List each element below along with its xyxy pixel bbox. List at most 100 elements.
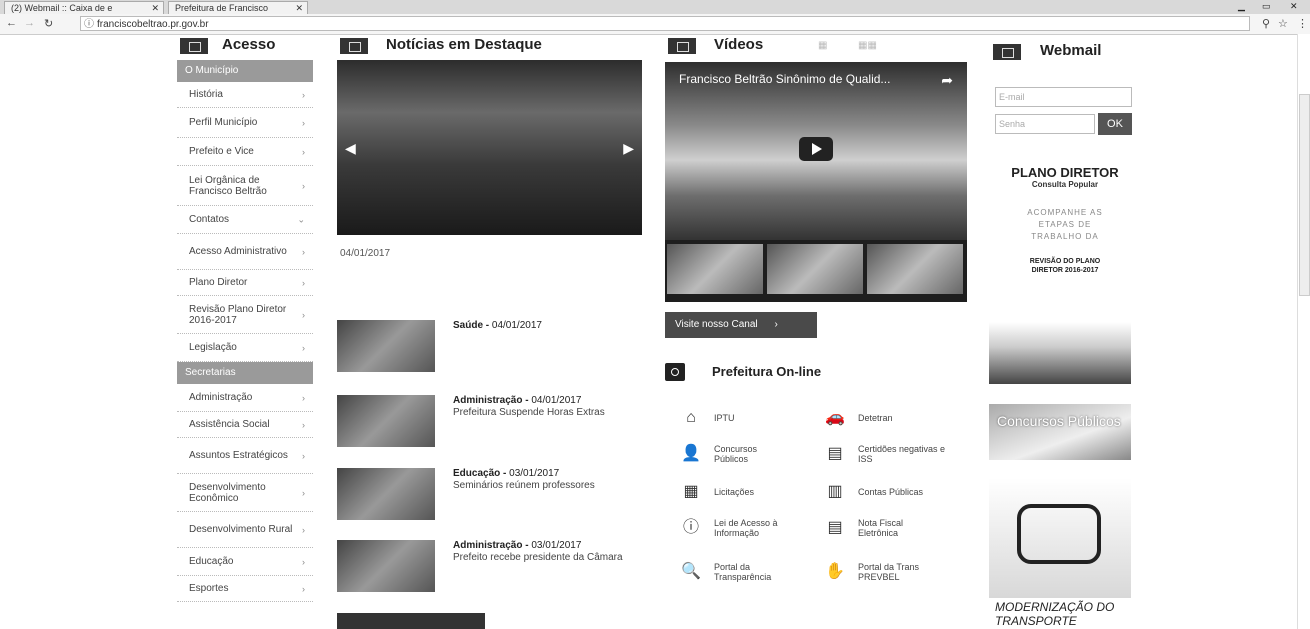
bookmark-star-icon[interactable]: ☆ (1278, 17, 1288, 30)
scrollbar-thumb[interactable] (1299, 94, 1310, 296)
visit-channel-label: Visite nosso Canal (675, 319, 758, 330)
news-text[interactable]: Prefeitura Suspende Horas Extras (453, 407, 643, 418)
menu-item[interactable]: Assuntos Estratégicos › (177, 438, 313, 474)
service-label: Lei de Acesso à Informação (714, 518, 778, 538)
video-frame[interactable]: Francisco Beltrão Sinônimo de Qualid... … (665, 62, 967, 240)
service-iptu[interactable]: ⌂ IPTU (680, 408, 734, 428)
menu-item[interactable]: Assistência Social › (177, 412, 313, 438)
tab-label: Prefeitura de Francisco (175, 3, 269, 13)
news-text[interactable]: Seminários reúnem professores (453, 480, 643, 491)
webmail-icon (993, 44, 1021, 60)
plano-subtitle: Consulta Popular (1031, 180, 1099, 189)
menu-item[interactable]: Legislação › (177, 334, 313, 362)
city-banner[interactable] (989, 322, 1131, 384)
service-concursos[interactable]: 👤 Concursos Públicos (680, 444, 800, 464)
video-thumbnail[interactable] (667, 244, 763, 294)
video-player[interactable]: Francisco Beltrão Sinônimo de Qualid... … (665, 62, 967, 302)
menu-item[interactable]: História › (177, 82, 313, 108)
service-certidoes[interactable]: ▤ Certidões negativas e ISS (824, 444, 954, 464)
visit-channel-button[interactable]: Visite nosso Canal › (665, 312, 817, 338)
service-contas[interactable]: ▥ Contas Públicas (824, 482, 923, 502)
play-icon[interactable] (799, 137, 833, 161)
maximize-icon[interactable]: ▭ (1262, 0, 1271, 13)
service-prevbel[interactable]: ✋ Portal da Trans PREVBEL (824, 562, 954, 582)
menu-item[interactable]: Prefeito e Vice › (177, 138, 313, 166)
menu-item[interactable]: Esportes › (177, 576, 313, 602)
slider-next-icon[interactable]: ▶ (623, 140, 634, 157)
extension-icon[interactable]: ⚲ (1262, 17, 1270, 30)
browser-tab-prefeitura[interactable]: Prefeitura de Francisco ✕ (168, 1, 308, 14)
menu-item[interactable]: Perfil Município › (177, 108, 313, 138)
menu-item[interactable]: Desenvolvimento Rural › (177, 512, 313, 548)
menu-item[interactable]: Educação › (177, 548, 313, 576)
scrollbar[interactable] (1297, 34, 1310, 629)
menu-dots-icon[interactable]: ⋮ (1297, 17, 1308, 30)
service-nota-fiscal[interactable]: ▤ Nota Fiscal Eletrônica (824, 518, 954, 538)
menu-item-label: Perfil Município (189, 117, 258, 128)
news-icon (340, 38, 368, 54)
service-label: Concursos Públicos (714, 444, 758, 464)
news-category-name: Educação (453, 468, 501, 479)
plano-diretor-banner[interactable]: PLANO DIRETOR Consulta Popular ACOMPANHE… (995, 165, 1135, 275)
concursos-banner[interactable]: Concursos Públicos (989, 404, 1131, 460)
news-slider-image[interactable]: ◀ ▶ (337, 60, 642, 235)
transport-banner[interactable] (989, 478, 1131, 598)
ok-button[interactable]: OK (1098, 113, 1132, 135)
news-category: Saúde - 04/01/2017 (453, 320, 542, 331)
email-field[interactable]: E-mail (995, 87, 1132, 107)
more-news-button[interactable] (337, 613, 485, 629)
news-thumbnail[interactable] (337, 468, 435, 520)
password-field[interactable]: Senha (995, 114, 1095, 134)
online-title: Prefeitura On-line (712, 364, 822, 379)
menu-item-label: Contatos (189, 214, 230, 225)
news-thumbnail[interactable] (337, 540, 435, 592)
menu-item[interactable]: Acesso Administrativo › (177, 234, 313, 270)
plano-title: PLANO DIRETOR (1011, 165, 1119, 180)
menu-item[interactable]: Plano Diretor › (177, 270, 313, 296)
forward-icon[interactable]: → (24, 17, 35, 29)
news-thumbnail[interactable] (337, 320, 435, 372)
slider-prev-icon[interactable]: ◀ (345, 140, 356, 157)
minimize-icon[interactable]: ▁ (1238, 0, 1245, 13)
info-icon[interactable]: ⓘ (84, 17, 94, 32)
close-tab-icon[interactable]: ✕ (151, 2, 159, 14)
address-bar: ← → ↻ ⓘ franciscobeltrao.pr.gov.br ⚲ ☆ ⋮ (0, 14, 1310, 35)
back-icon[interactable]: ← (6, 17, 17, 29)
service-label: Portal da Transparência (714, 562, 772, 582)
video-thumbnail[interactable] (767, 244, 863, 294)
news-thumbnail[interactable] (337, 395, 435, 447)
close-tab-icon[interactable]: ✕ (295, 2, 303, 14)
menu-item[interactable]: Revisão Plano Diretor 2016-2017 › (177, 296, 313, 334)
menu-item[interactable]: Desenvolvimento Econômico › (177, 474, 313, 512)
reload-icon[interactable]: ↻ (44, 17, 53, 30)
chevron-right-icon: › (302, 309, 305, 320)
news-date: 04/01/2017 (531, 395, 582, 406)
url-field[interactable]: ⓘ franciscobeltrao.pr.gov.br (80, 16, 1250, 31)
menu-item[interactable]: Administração › (177, 384, 313, 412)
chevron-right-icon: › (302, 146, 305, 157)
menu-group-secretarias[interactable]: Secretarias (177, 362, 313, 384)
browser-tab-webmail[interactable]: (2) Webmail :: Caixa de e ✕ (4, 1, 164, 14)
service-detetran[interactable]: 🚗 Detetran (824, 408, 893, 428)
close-window-icon[interactable]: ✕ (1290, 0, 1298, 13)
video-title[interactable]: Francisco Beltrão Sinônimo de Qualid... (679, 72, 890, 86)
service-label: Portal da Trans PREVBEL (858, 562, 920, 582)
video-tab-1[interactable]: ▦ (818, 40, 827, 51)
menu-group-municipio[interactable]: O Município (177, 60, 313, 82)
menu-item[interactable]: Contatos ⌄ (177, 206, 313, 234)
service-licitacoes[interactable]: ▦ Licitações (680, 482, 754, 502)
video-thumbnail[interactable] (867, 244, 963, 294)
menu-item-label: Prefeito e Vice (189, 146, 254, 157)
menu-item[interactable]: Lei Orgânica de Francisco Beltrão › (177, 166, 313, 206)
menu-item-label: Desenvolvimento Econômico (189, 481, 266, 504)
share-icon[interactable]: ➦ (941, 72, 953, 89)
plano-line: ACOMPANHE AS ETAPAS DE TRABALHO DA (1027, 208, 1103, 241)
service-transparencia[interactable]: 🔍 Portal da Transparência (680, 562, 810, 582)
news-text[interactable]: Prefeito recebe presidente da Câmara (453, 552, 643, 563)
chevron-right-icon: › (774, 319, 778, 330)
video-tab-2[interactable]: ▦▦ (858, 40, 877, 51)
service-label: Contas Públicas (858, 487, 924, 497)
service-lei-acesso[interactable]: ⓘ Lei de Acesso à Informação (680, 518, 810, 538)
menu-item-label: Acesso Administrativo (189, 246, 287, 257)
transporte-label: MODERNIZAÇÃO DO TRANSPORTE (995, 600, 1115, 628)
